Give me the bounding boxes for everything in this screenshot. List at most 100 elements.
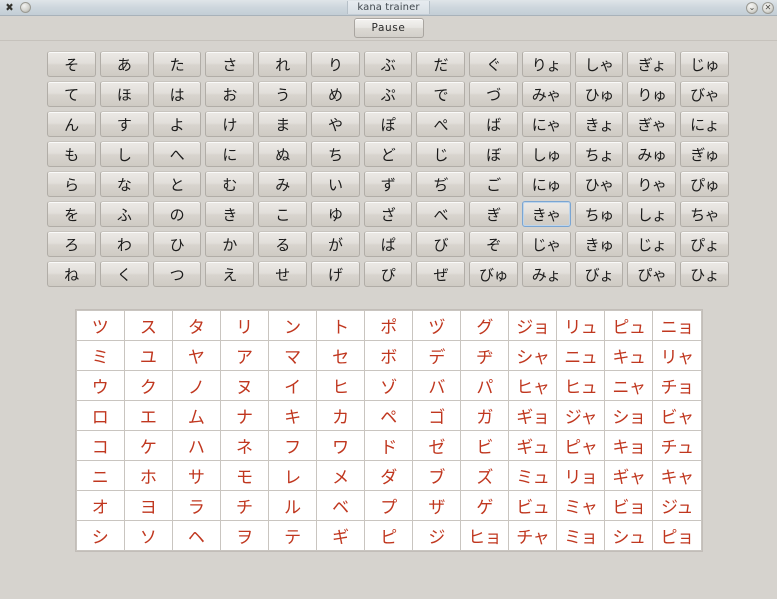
hiragana-button[interactable]: げ <box>310 261 360 287</box>
hiragana-button[interactable]: ぎゅ <box>680 141 729 167</box>
hiragana-button[interactable]: ちゃ <box>680 201 729 227</box>
hiragana-button[interactable]: あ <box>99 51 149 77</box>
hiragana-button[interactable]: ぐ <box>469 51 518 77</box>
hiragana-button[interactable]: だ <box>416 51 466 77</box>
hiragana-button[interactable]: にょ <box>680 111 729 137</box>
hiragana-button[interactable]: い <box>310 171 360 197</box>
hiragana-button[interactable]: む <box>205 171 255 197</box>
hiragana-button[interactable]: ち <box>310 141 360 167</box>
hiragana-button[interactable]: にゅ <box>521 171 571 197</box>
hiragana-button[interactable]: ぱ <box>363 231 413 257</box>
hiragana-button[interactable]: じゃ <box>521 231 571 257</box>
hiragana-button[interactable]: りょ <box>521 51 571 77</box>
hiragana-button[interactable]: りゃ <box>627 171 677 197</box>
hiragana-button[interactable]: つ <box>152 261 202 287</box>
hiragana-button[interactable]: ちゅ <box>574 201 624 227</box>
hiragana-button[interactable]: け <box>205 111 255 137</box>
hiragana-button[interactable]: ぴ <box>363 261 413 287</box>
hiragana-button[interactable]: ぎ <box>469 201 518 227</box>
hiragana-button[interactable]: ぜ <box>416 261 466 287</box>
hiragana-button[interactable]: て <box>47 81 96 107</box>
hiragana-button[interactable]: び <box>416 231 466 257</box>
hiragana-button[interactable]: ぴゃ <box>627 261 677 287</box>
hiragana-button[interactable]: ぷ <box>363 81 413 107</box>
hiragana-button[interactable]: わ <box>99 231 149 257</box>
hiragana-button[interactable]: ご <box>469 171 518 197</box>
hiragana-button[interactable]: ん <box>47 111 96 137</box>
hiragana-button[interactable]: ひ <box>152 231 202 257</box>
hiragana-button[interactable]: へ <box>152 141 202 167</box>
hiragana-button[interactable]: ば <box>469 111 518 137</box>
hiragana-button[interactable]: ぽ <box>363 111 413 137</box>
hiragana-button[interactable]: ぺ <box>416 111 466 137</box>
window-menu-orb-icon[interactable] <box>20 2 31 13</box>
hiragana-button[interactable]: み <box>258 171 307 197</box>
hiragana-button[interactable]: しょ <box>627 201 677 227</box>
hiragana-button[interactable]: よ <box>152 111 202 137</box>
hiragana-button[interactable]: びゅ <box>469 261 518 287</box>
hiragana-button[interactable]: ね <box>47 261 96 287</box>
hiragana-button[interactable]: る <box>258 231 307 257</box>
hiragana-button[interactable]: きょ <box>574 111 624 137</box>
hiragana-button[interactable]: ど <box>363 141 413 167</box>
pause-button[interactable]: Pause <box>353 18 424 38</box>
close-window-button[interactable]: ✕ <box>762 1 774 14</box>
hiragana-button[interactable]: ら <box>47 171 96 197</box>
hiragana-button[interactable]: みゃ <box>521 81 571 107</box>
hiragana-button[interactable]: ぼ <box>469 141 518 167</box>
hiragana-button[interactable]: ろ <box>47 231 96 257</box>
hiragana-button[interactable]: みょ <box>521 261 571 287</box>
hiragana-button[interactable]: で <box>416 81 466 107</box>
hiragana-button[interactable]: や <box>310 111 360 137</box>
hiragana-button[interactable]: ぶ <box>363 51 413 77</box>
hiragana-button[interactable]: ふ <box>99 201 149 227</box>
hiragana-button[interactable]: じ <box>416 141 466 167</box>
hiragana-button[interactable]: り <box>310 51 360 77</box>
hiragana-button[interactable]: ざ <box>363 201 413 227</box>
hiragana-button[interactable]: う <box>258 81 307 107</box>
hiragana-button[interactable]: お <box>205 81 255 107</box>
hiragana-button[interactable]: びょ <box>574 261 624 287</box>
hiragana-button[interactable]: にゃ <box>521 111 571 137</box>
hiragana-button[interactable]: びゃ <box>680 81 729 107</box>
hiragana-button[interactable]: ほ <box>99 81 149 107</box>
hiragana-button[interactable]: ぎょ <box>627 51 677 77</box>
hiragana-button[interactable]: れ <box>258 51 307 77</box>
hiragana-button[interactable]: せ <box>258 261 307 287</box>
hiragana-button[interactable]: ちょ <box>574 141 624 167</box>
hiragana-button[interactable]: ひゃ <box>574 171 624 197</box>
hiragana-button[interactable]: は <box>152 81 202 107</box>
hiragana-button[interactable]: と <box>152 171 202 197</box>
hiragana-button[interactable]: し <box>99 141 149 167</box>
hiragana-button[interactable]: きゅ <box>574 231 624 257</box>
hiragana-button[interactable]: た <box>152 51 202 77</box>
hiragana-button[interactable]: き <box>205 201 255 227</box>
hiragana-button[interactable]: を <box>47 201 96 227</box>
hiragana-button[interactable]: ゆ <box>310 201 360 227</box>
hiragana-button[interactable]: ぎゃ <box>627 111 677 137</box>
hiragana-button[interactable]: しゅ <box>521 141 571 167</box>
hiragana-button[interactable]: の <box>152 201 202 227</box>
hiragana-button[interactable]: こ <box>258 201 307 227</box>
hiragana-button[interactable]: しゃ <box>574 51 624 77</box>
hiragana-button[interactable]: づ <box>469 81 518 107</box>
hiragana-button[interactable]: に <box>205 141 255 167</box>
hiragana-button[interactable]: ぞ <box>469 231 518 257</box>
hiragana-button[interactable]: す <box>99 111 149 137</box>
hiragana-button[interactable]: ぴょ <box>680 231 729 257</box>
hiragana-button[interactable]: な <box>99 171 149 197</box>
hiragana-button[interactable]: ぬ <box>258 141 307 167</box>
hiragana-button[interactable]: が <box>310 231 360 257</box>
hiragana-button[interactable]: そ <box>47 51 96 77</box>
hiragana-button[interactable]: さ <box>205 51 255 77</box>
hiragana-button[interactable]: べ <box>416 201 466 227</box>
hiragana-button[interactable]: みゅ <box>627 141 677 167</box>
hiragana-button[interactable]: ぴゅ <box>680 171 729 197</box>
hiragana-button[interactable]: ひゅ <box>574 81 624 107</box>
hiragana-button[interactable]: え <box>205 261 255 287</box>
hiragana-button[interactable]: く <box>99 261 149 287</box>
hiragana-button[interactable]: じゅ <box>680 51 729 77</box>
hiragana-button[interactable]: か <box>205 231 255 257</box>
hiragana-button[interactable]: め <box>310 81 360 107</box>
hiragana-button[interactable]: ぢ <box>416 171 466 197</box>
